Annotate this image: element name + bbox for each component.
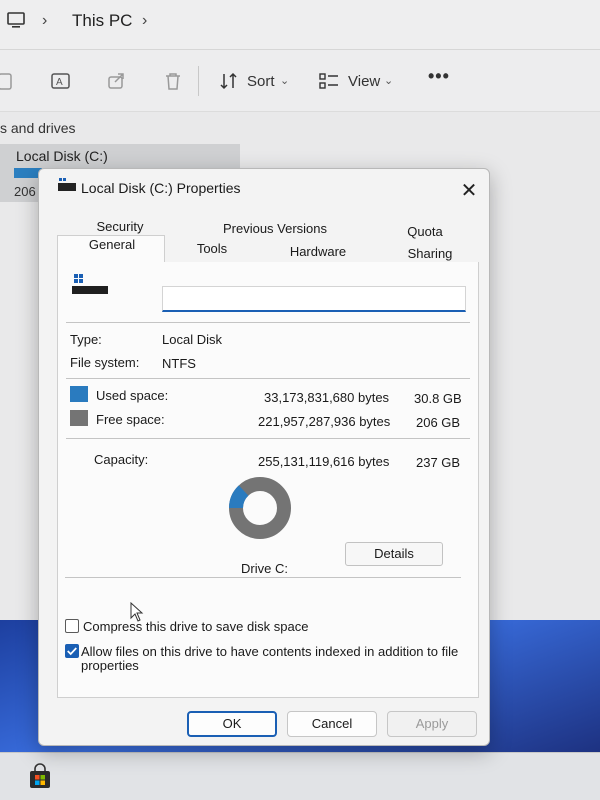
ok-button[interactable]: OK <box>187 711 277 737</box>
used-space-size: 30.8 GB <box>414 391 462 406</box>
divider <box>66 438 470 439</box>
free-space-size: 206 GB <box>416 415 461 430</box>
type-label: Type: <box>70 332 102 347</box>
index-contents-label[interactable]: Allow files on this drive to have conten… <box>81 645 458 659</box>
taskbar <box>0 752 600 800</box>
divider <box>66 378 470 379</box>
explorer-toolbar: A Sort ⌄ View ⌄ ••• <box>0 50 600 112</box>
used-space-label: Used space: <box>96 388 169 403</box>
tab-quota[interactable]: Quota <box>397 224 453 239</box>
breadcrumb-this-pc[interactable]: This PC <box>72 11 132 31</box>
divider <box>66 322 470 323</box>
used-space-bytes: 33,173,831,680 bytes <box>264 390 390 405</box>
compress-drive-checkbox[interactable] <box>65 619 79 633</box>
used-space-swatch <box>70 386 88 402</box>
file-system-value: NTFS <box>162 356 196 371</box>
free-space-bytes: 221,957,287,936 bytes <box>258 414 391 429</box>
chevron-down-icon: ⌄ <box>280 75 290 87</box>
delete-icon[interactable] <box>162 70 184 92</box>
properties-dialog: Local Disk (C:) Properties ✕ Security Pr… <box>38 168 490 746</box>
cancel-button[interactable]: Cancel <box>287 711 377 737</box>
apply-button[interactable]: Apply <box>387 711 477 737</box>
copy-icon[interactable] <box>0 70 18 92</box>
sort-icon[interactable] <box>218 70 240 92</box>
rename-icon[interactable]: A <box>50 70 72 92</box>
volume-label-input[interactable] <box>162 286 466 312</box>
disk-usage-donut <box>229 477 291 539</box>
tab-hardware[interactable]: Hardware <box>283 244 353 259</box>
checkmark-icon <box>67 647 77 656</box>
drive-caption: Drive C: <box>241 561 288 576</box>
devices-and-drives-header[interactable]: s and drives <box>0 120 75 136</box>
free-space-swatch <box>70 410 88 426</box>
compress-drive-label[interactable]: Compress this drive to save disk space <box>83 620 308 634</box>
this-pc-icon[interactable] <box>6 10 26 30</box>
chevron-down-icon: ⌄ <box>384 75 394 87</box>
free-space-label: Free space: <box>96 412 165 427</box>
drive-icon <box>72 274 108 294</box>
microsoft-store-icon[interactable] <box>26 763 54 791</box>
svg-text:A: A <box>56 77 63 88</box>
explorer-address-bar: › This PC › <box>0 0 600 50</box>
share-icon[interactable] <box>106 70 128 92</box>
view-icon[interactable] <box>318 70 340 92</box>
drive-icon <box>58 178 76 191</box>
view-button[interactable]: View <box>348 73 380 90</box>
tab-tools[interactable]: Tools <box>185 241 239 256</box>
chevron-right-icon[interactable]: › <box>142 12 147 30</box>
drive-tile-label: Local Disk (C:) <box>16 148 108 164</box>
index-contents-label-cont[interactable]: properties <box>81 659 139 673</box>
capacity-label: Capacity: <box>94 452 149 467</box>
chevron-right-icon: › <box>42 12 48 29</box>
index-contents-checkbox[interactable] <box>65 644 79 658</box>
tab-security[interactable]: Security <box>85 219 155 234</box>
sort-button[interactable]: Sort <box>247 73 275 90</box>
tab-sharing[interactable]: Sharing <box>397 246 463 261</box>
close-button[interactable]: ✕ <box>459 181 479 201</box>
type-value: Local Disk <box>162 332 222 347</box>
tab-previous-versions[interactable]: Previous Versions <box>219 221 331 236</box>
file-system-label: File system: <box>70 355 140 370</box>
capacity-bytes: 255,131,119,616 bytes <box>258 454 390 469</box>
tab-general[interactable]: General <box>77 237 147 252</box>
details-button[interactable]: Details <box>345 542 443 566</box>
toolbar-divider <box>198 66 199 96</box>
dialog-title: Local Disk (C:) Properties <box>81 180 241 196</box>
more-options-button[interactable]: ••• <box>428 66 450 87</box>
divider <box>65 577 461 578</box>
capacity-size: 237 GB <box>416 455 461 470</box>
